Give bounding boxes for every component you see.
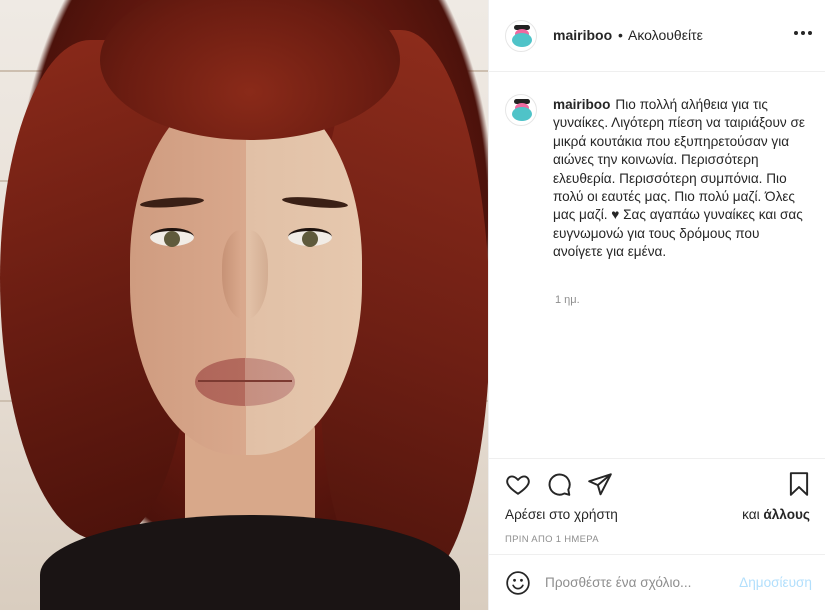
caption-text: Πιο πολλή αλήθεια για τις γυναίκες. Λιγό… <box>553 97 805 260</box>
more-horizontal-icon[interactable] <box>794 30 812 36</box>
caption: mairiboo Πιο πολλή αλήθεια για τις γυναίκ… <box>553 96 811 262</box>
lips <box>195 358 295 406</box>
post-date[interactable]: ΠΡΙΝ ΑΠΟ 1 ΗΜΕΡΑ <box>505 534 599 545</box>
heart-icon[interactable] <box>505 471 531 497</box>
liked-by-others[interactable]: και άλλους <box>742 507 810 522</box>
right-eye <box>288 228 332 247</box>
caption-section: mairiboo Πιο πολλή αλήθεια για τις γυναίκ… <box>489 72 825 460</box>
post-side-panel: mairiboo • Ακολουθείτε mairiboo Πιο πολλή… <box>488 0 825 610</box>
liked-by-text[interactable]: Αρέσει στο χρήστη <box>505 507 618 522</box>
avatar[interactable] <box>505 20 537 52</box>
header-username[interactable]: mairiboo <box>553 27 612 43</box>
liked-by-others-link[interactable]: άλλους <box>763 507 810 522</box>
share-icon[interactable] <box>587 471 613 497</box>
separator-dot: • <box>618 27 623 43</box>
post-header: mairiboo • Ακολουθείτε <box>489 0 825 72</box>
comment-icon[interactable] <box>546 471 572 497</box>
liked-by-conjunction: και <box>742 507 764 522</box>
post-photo[interactable] <box>0 0 488 610</box>
lip-line <box>198 380 292 382</box>
smiley-icon[interactable] <box>505 570 531 596</box>
post-comment-button[interactable]: Δημοσίευση <box>739 575 812 590</box>
comment-input[interactable] <box>545 571 735 593</box>
action-bar: Αρέσει στο χρήστη και άλλους ΠΡΙΝ ΑΠΟ 1 … <box>489 458 825 554</box>
left-eye <box>150 228 194 247</box>
caption-username[interactable]: mairiboo <box>553 97 610 112</box>
follow-status[interactable]: Ακολουθείτε <box>628 27 703 43</box>
caption-avatar[interactable] <box>505 94 537 126</box>
relative-time[interactable]: 1 ημ. <box>555 294 580 306</box>
comment-bar: Δημοσίευση <box>489 554 825 610</box>
bookmark-icon[interactable] <box>786 471 812 497</box>
nose <box>222 230 268 320</box>
